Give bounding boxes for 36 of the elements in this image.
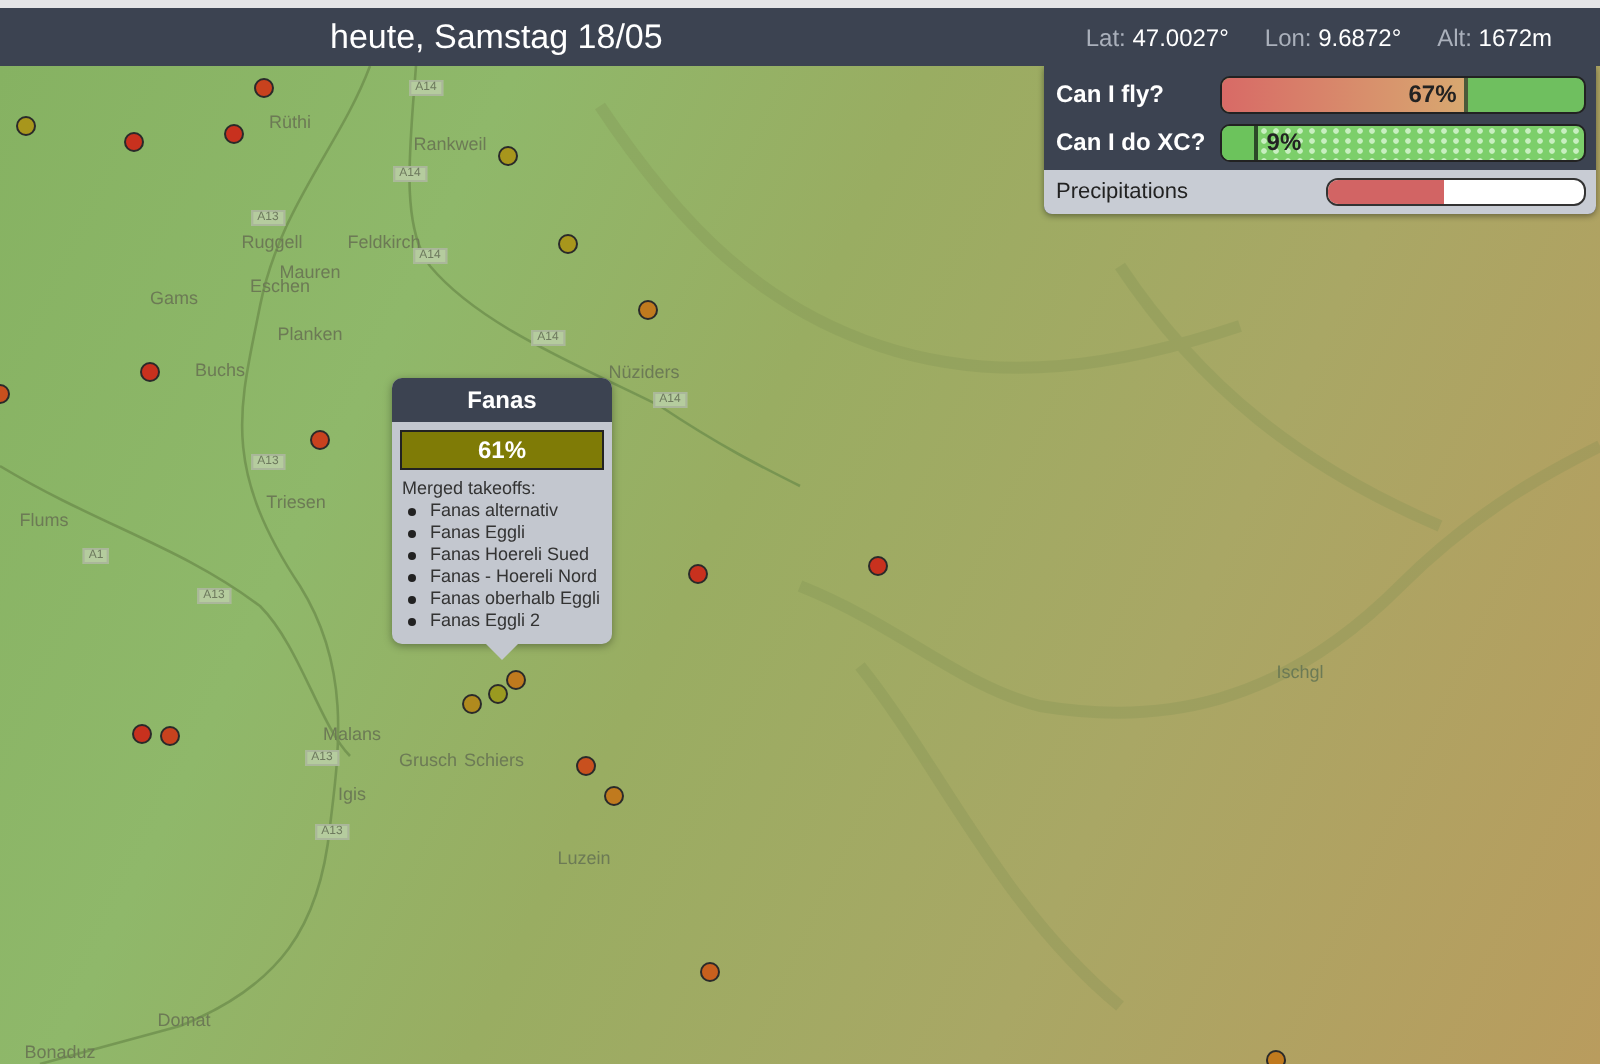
place-label: Grusch [399, 750, 457, 770]
place-label: Bonaduz [24, 1042, 96, 1062]
coordinate-text: Lat: 47.0027° [1085, 23, 1229, 51]
popup-title: Fanas [392, 378, 612, 422]
forecast-label: Can I fly? [1056, 80, 1167, 108]
popup-caption: Merged takeoffs: [402, 478, 538, 498]
forecast-label: Can I do XC? [1056, 128, 1208, 156]
place-label: Triesen [266, 492, 326, 512]
place-label: Planken [277, 324, 343, 344]
takeoff-item[interactable]: Fanas - Hoereli Nord [430, 566, 598, 588]
date-title: heute, Samstag 18/05 [330, 17, 663, 57]
place-label: Buchs [195, 360, 245, 380]
place-label: Domat [157, 1010, 211, 1030]
takeoff-item[interactable]: Fanas Hoereli Sued [430, 544, 590, 566]
place-label: Rüthi [269, 112, 311, 132]
place-label: Nüziders [608, 362, 680, 382]
takeoff-item[interactable]: Fanas oberhalb Eggli [430, 588, 601, 610]
precipitation-label: Precipitations [1056, 180, 1191, 204]
forecast-reading: 67% [1408, 79, 1457, 107]
place-label: Malans [323, 724, 381, 744]
score-bar: 61% [400, 430, 604, 470]
takeoff-item[interactable]: Fanas alternativ [430, 500, 559, 522]
coordinate-text: Alt: 1672m [1437, 23, 1552, 51]
place-label: Feldkirch [347, 232, 421, 252]
takeoff-item[interactable]: Fanas Eggli [430, 522, 526, 544]
place-label: Ischgl [1276, 662, 1324, 682]
place-label: Eschen [249, 276, 311, 296]
place-label: Mauren [279, 262, 341, 282]
place-label: Igis [338, 784, 366, 804]
place-label: Ruggell [241, 232, 303, 252]
place-label: Rankweil [413, 134, 487, 154]
place-label: Flums [19, 510, 69, 530]
forecast-reading: 9% [1266, 127, 1302, 155]
takeoff-item[interactable]: Fanas Eggli 2 [430, 610, 541, 632]
place-label: Gams [150, 288, 198, 308]
coordinate-text: Lon: 9.6872° [1264, 23, 1402, 51]
